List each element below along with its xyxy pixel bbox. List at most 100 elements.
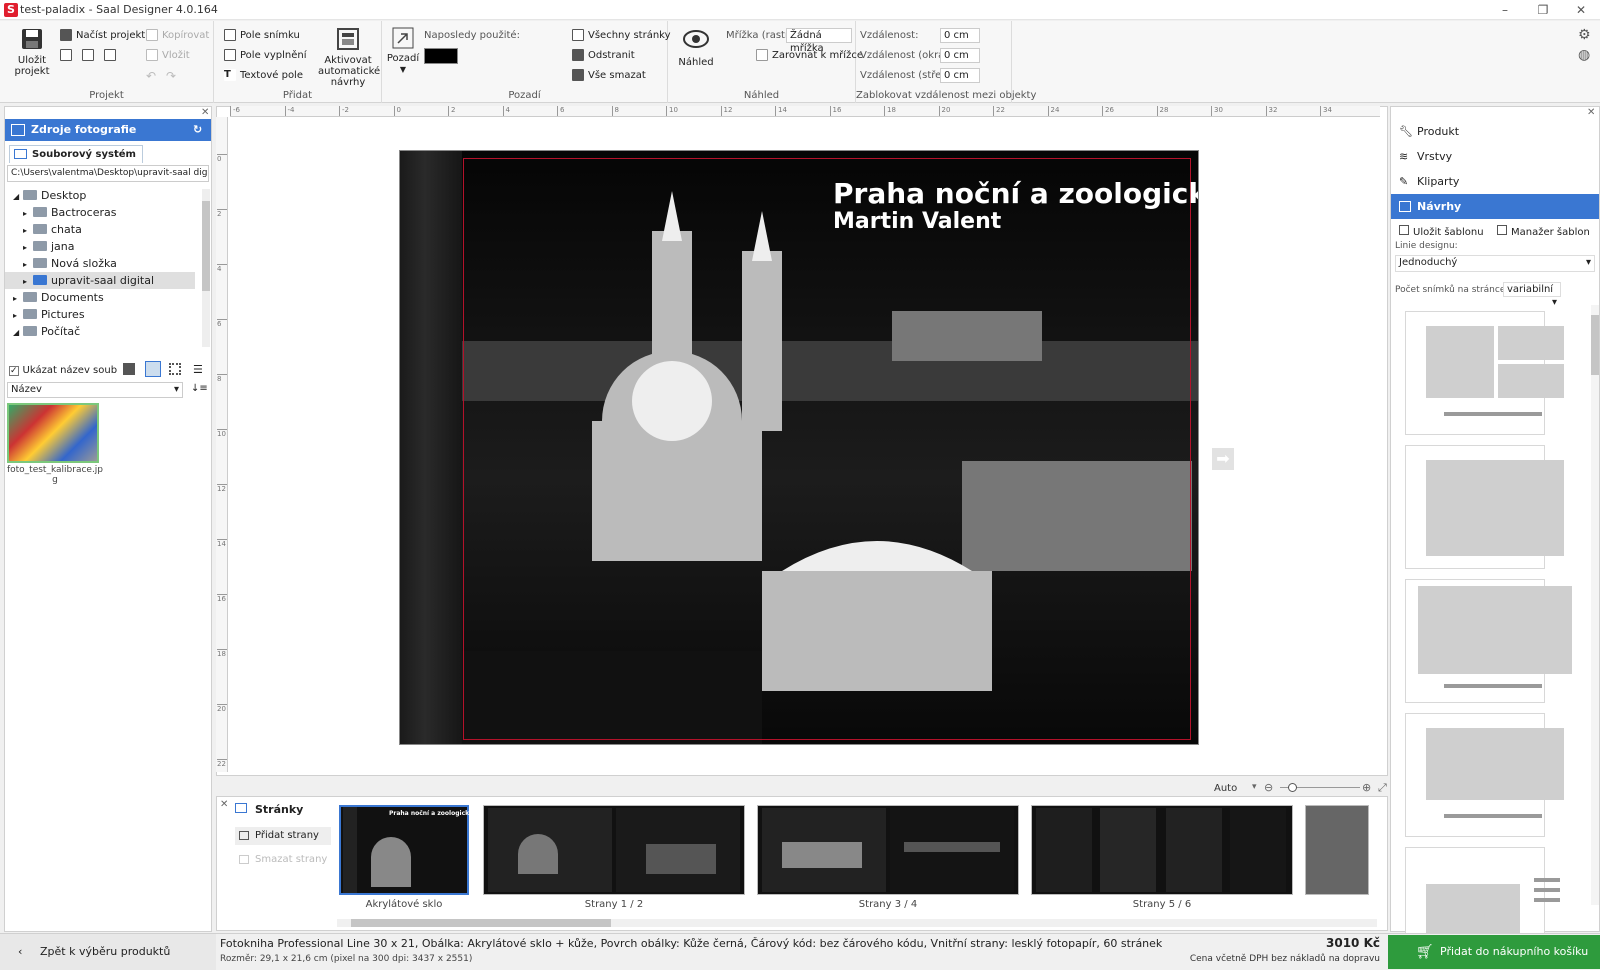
chevron-right-icon[interactable]: ▸: [13, 307, 23, 324]
strip-scrollbar[interactable]: [337, 919, 1377, 927]
template-scrollbar[interactable]: [1591, 305, 1599, 905]
next-page-arrow-icon[interactable]: ➡: [1212, 448, 1234, 470]
thumb-pages-7-8[interactable]: [1305, 805, 1369, 895]
template-1[interactable]: [1405, 311, 1564, 435]
close-panel-icon[interactable]: ✕: [1587, 107, 1595, 118]
tree-item[interactable]: ▸ upravit-saal digital: [5, 272, 195, 289]
close-panel-icon[interactable]: ✕: [201, 107, 209, 118]
tab-file-system[interactable]: Souborový systém: [9, 145, 143, 163]
redo-icon[interactable]: ↷: [166, 69, 176, 83]
zoom-select[interactable]: Auto: [1214, 783, 1237, 794]
chevron-down-icon[interactable]: ◢: [13, 324, 23, 341]
cover-title[interactable]: Praha noční a zoologická: [833, 177, 1198, 210]
paste-button[interactable]: Vložit: [146, 49, 190, 61]
photo-field-button[interactable]: Pole snímku: [224, 29, 300, 41]
chevron-right-icon[interactable]: ▸: [23, 273, 33, 290]
ruler-tick-label: 16: [829, 106, 841, 116]
preview-button[interactable]: Náhled: [674, 29, 718, 68]
chevron-down-icon[interactable]: ◢: [13, 188, 23, 205]
auto-designs-button[interactable]: Aktivovat automatické návrhy: [318, 27, 380, 88]
path-field[interactable]: C:\Users\valentma\Desktop\upravit-saal d…: [7, 165, 209, 182]
tree-item[interactable]: ◢ Počítač: [5, 323, 195, 340]
panel-vrstvy[interactable]: ≋ Vrstvy: [1391, 144, 1599, 169]
template-5[interactable]: [1405, 847, 1560, 933]
thumb-pages-5-6[interactable]: [1031, 805, 1293, 895]
panel-navrhy[interactable]: Návrhy: [1391, 194, 1599, 219]
add-pages-button[interactable]: Přidat strany: [235, 827, 331, 845]
sort-direction-icon[interactable]: ↓≡: [191, 383, 208, 394]
ruler-left: 0 2 4 6 8 10 12 14 16 18 20 22: [216, 117, 228, 772]
tree-item[interactable]: ▸ Pictures: [5, 306, 195, 323]
cover-author[interactable]: Martin Valent: [833, 209, 1001, 234]
snap-checkbox[interactable]: Zarovnat k mřížce: [756, 49, 863, 61]
panel-produkt[interactable]: 🔧︎ Produkt: [1391, 119, 1599, 144]
minimize-button[interactable]: –: [1490, 2, 1520, 18]
view-large-icon[interactable]: [123, 363, 135, 375]
distance-input[interactable]: 0 cm: [940, 28, 980, 43]
template-3[interactable]: [1405, 579, 1572, 703]
chevron-right-icon[interactable]: ▸: [23, 205, 33, 222]
show-filename-checkbox[interactable]: ✓Ukázat název souboru: [9, 365, 117, 376]
chevron-right-icon[interactable]: ▸: [13, 290, 23, 307]
pages-strip: ✕ Stránky Přidat strany Smazat strany Pr…: [216, 796, 1388, 931]
design-line-select[interactable]: Jednoduchý ▾: [1395, 255, 1595, 272]
sort-select[interactable]: Název ▾: [7, 382, 183, 398]
close-button[interactable]: ✕: [1566, 2, 1596, 18]
template-2[interactable]: [1405, 445, 1564, 569]
group-distance: Vzdálenost: 0 cm Vzdálenost (okraj): 0 c…: [856, 21, 1036, 103]
back-to-products-button[interactable]: ‹ Zpět k výběru produktů: [0, 934, 216, 970]
undo-icon[interactable]: ↶: [146, 69, 156, 83]
zoom-out-icon[interactable]: ⊖: [1264, 781, 1273, 794]
fit-icon[interactable]: ⤢: [1378, 781, 1387, 795]
refresh-icon[interactable]: ↻: [193, 119, 202, 141]
save-template-button[interactable]: Uložit šablonu: [1399, 225, 1484, 238]
tree-scrollbar[interactable]: [202, 189, 210, 347]
tree-item[interactable]: ▸ jana: [5, 238, 195, 255]
view-small-icon[interactable]: [169, 363, 181, 375]
thumb-cover[interactable]: Praha noční a zoologická: [339, 805, 473, 895]
delete-pages-button[interactable]: Smazat strany: [235, 851, 331, 869]
background-button[interactable]: Pozadí ▼: [386, 27, 420, 75]
restore-button[interactable]: ❐: [1528, 2, 1558, 18]
share-icon[interactable]: [104, 49, 116, 61]
template-4[interactable]: [1405, 713, 1564, 837]
photo-thumbnail[interactable]: [7, 403, 99, 463]
tree-item[interactable]: ▸ Documents: [5, 289, 195, 306]
template-manager-button[interactable]: Manažer šablon: [1497, 225, 1590, 238]
edge-distance-input[interactable]: 0 cm: [940, 48, 980, 63]
thumb-pages-1-2[interactable]: [483, 805, 745, 895]
all-pages-button[interactable]: Všechny stránky: [572, 29, 671, 41]
fill-field-button[interactable]: Pole vyplnění: [224, 49, 306, 61]
zoom-slider[interactable]: [1280, 783, 1360, 792]
grid-select[interactable]: Žádná mřížka: [786, 28, 852, 54]
add-to-cart-button[interactable]: 🛒︎ Přidat do nákupního košíku: [1388, 935, 1600, 969]
tree-item[interactable]: ▸ Bactroceras: [5, 204, 195, 221]
import-icon[interactable]: [60, 49, 72, 61]
view-medium-icon[interactable]: [145, 361, 161, 377]
count-select[interactable]: variabilní ▾: [1503, 282, 1561, 308]
chevron-right-icon[interactable]: ▸: [23, 222, 33, 239]
center-distance-input[interactable]: 0 cm: [940, 68, 980, 83]
zoom-in-icon[interactable]: ⊕: [1362, 781, 1371, 794]
text-field-button[interactable]: T Textové pole: [224, 69, 303, 81]
delete-all-button[interactable]: Vše smazat: [572, 69, 646, 81]
tree-item[interactable]: ◢ Desktop: [5, 187, 195, 204]
chevron-right-icon[interactable]: ▸: [23, 239, 33, 256]
thumb-pages-3-4[interactable]: [757, 805, 1019, 895]
globe-icon[interactable]: ◍: [1578, 47, 1590, 63]
remove-background-button[interactable]: Odstranit: [572, 49, 635, 61]
panel-kliparty[interactable]: ✎ Kliparty: [1391, 169, 1599, 194]
save-project-button[interactable]: Uložit projekt: [10, 27, 54, 77]
tree-item[interactable]: ▸ chata: [5, 221, 195, 238]
ruler-tick-label: 24: [1047, 106, 1059, 116]
chevron-right-icon[interactable]: ▸: [23, 256, 33, 273]
export-icon[interactable]: [82, 49, 94, 61]
close-strip-icon[interactable]: ✕: [220, 799, 228, 810]
load-project-button[interactable]: Načíst projekt: [60, 29, 145, 41]
tree-item[interactable]: ▸ Nová složka: [5, 255, 195, 272]
gear-icon[interactable]: ⚙: [1578, 27, 1591, 43]
view-list-icon[interactable]: ☰: [193, 363, 203, 376]
cover-page[interactable]: Praha noční a zoologická Martin Valent: [399, 150, 1199, 745]
recent-color-swatch[interactable]: [424, 48, 458, 64]
copy-button[interactable]: Kopírovat: [146, 29, 209, 41]
